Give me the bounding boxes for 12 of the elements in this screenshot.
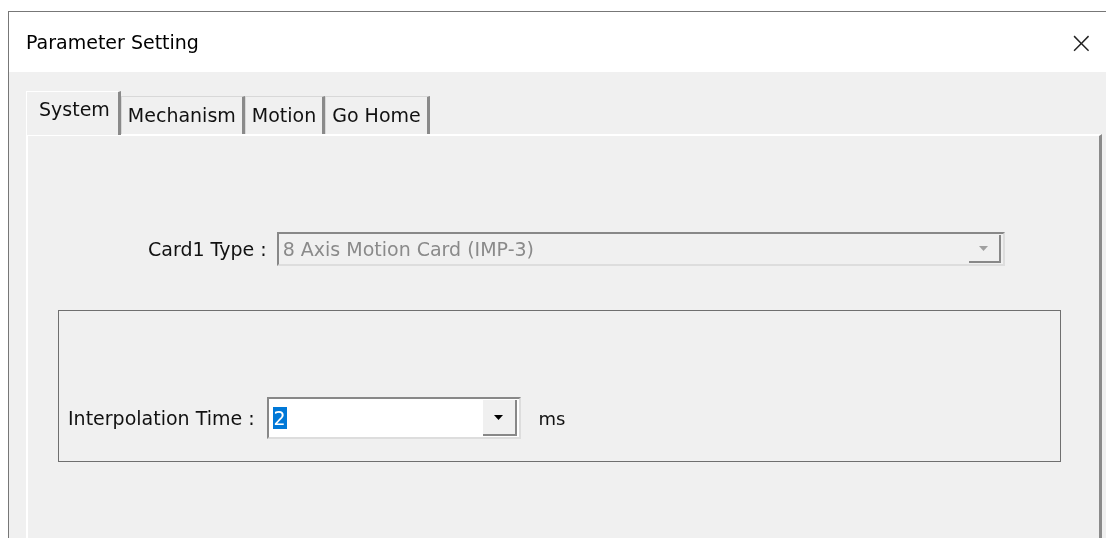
interpolation-time-dropdown[interactable]: 2 [266, 397, 521, 439]
dropdown-arrow-icon [979, 245, 989, 251]
dropdown-arrow-icon [494, 414, 504, 420]
tab[interactable]: Mechanism [120, 96, 245, 134]
field-label: Card1 Type : [148, 238, 267, 260]
window-title: Parameter Setting [26, 31, 199, 53]
field-label: Interpolation Time : [68, 407, 255, 429]
tab[interactable]: System [26, 91, 121, 135]
close-button[interactable]: × [1062, 24, 1100, 60]
tab[interactable]: Go Home [325, 96, 430, 134]
tab[interactable]: Motion [244, 96, 326, 134]
unit-label: ms [538, 407, 566, 429]
